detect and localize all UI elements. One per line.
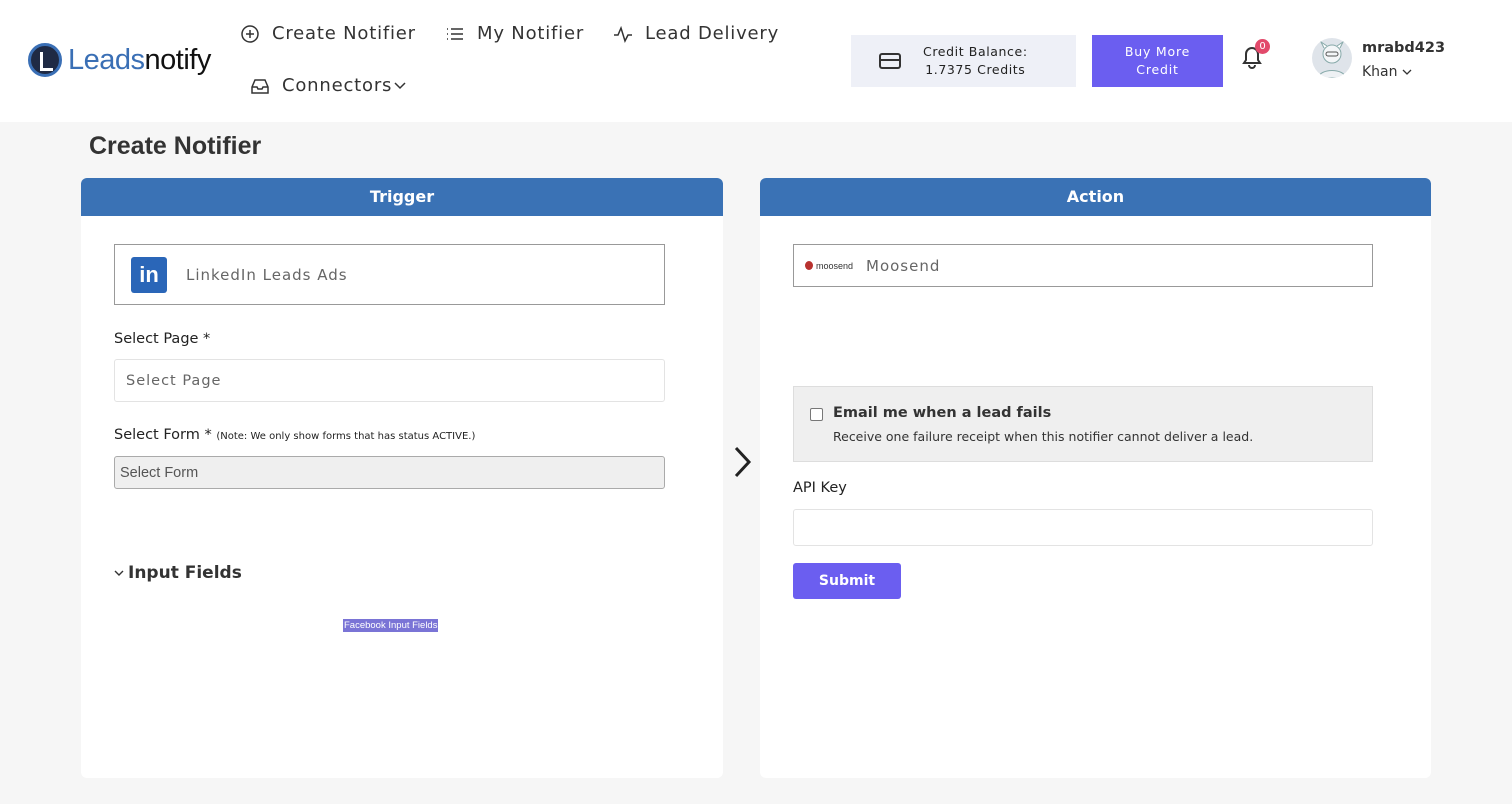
facebook-input-fields-tag: Facebook Input Fields	[343, 619, 439, 632]
trigger-app-label: LinkedIn Leads Ads	[186, 265, 348, 284]
api-key-input[interactable]	[793, 509, 1373, 546]
nav-lead-delivery-label: Lead Delivery	[645, 23, 780, 44]
chevron-right-icon	[730, 444, 754, 480]
avatar[interactable]	[1312, 38, 1352, 78]
buy-more-credit-button[interactable]: Buy More Credit	[1092, 35, 1223, 87]
logo-text-part1: Leads	[68, 43, 145, 76]
logo-mark-icon	[28, 43, 62, 77]
select-form-value: Select Form	[120, 464, 199, 481]
failure-email-title: Email me when a lead fails	[833, 405, 1052, 421]
user-menu-toggle[interactable]: Khan	[1362, 64, 1412, 80]
input-fields-label: Input Fields	[128, 563, 242, 583]
buy-label-line1: Buy More	[1124, 44, 1191, 59]
select-form-note: (Note: We only show forms that has statu…	[216, 431, 476, 442]
select-page-label: Select Page *	[114, 331, 211, 347]
notification-badge: 0	[1255, 39, 1270, 54]
user-subname: Khan	[1362, 64, 1398, 80]
inbox-icon	[250, 76, 270, 96]
credit-balance: Credit Balance: 1.7375 Credits	[851, 35, 1076, 87]
credit-card-icon	[879, 53, 901, 69]
activity-icon	[613, 24, 633, 44]
credit-balance-value: 1.7375 Credits	[925, 62, 1026, 77]
nav-connectors[interactable]: Connectors	[250, 75, 406, 96]
nav-lead-delivery[interactable]: Lead Delivery	[613, 23, 779, 44]
select-form-dropdown[interactable]: Select Form	[114, 456, 665, 489]
chevron-down-icon	[394, 79, 406, 93]
trigger-panel: Trigger in LinkedIn Leads Ads Select Pag…	[81, 178, 723, 778]
action-app-label: Moosend	[866, 256, 941, 275]
select-form-label-text: Select Form *	[114, 427, 212, 443]
chevron-down-icon	[114, 569, 124, 577]
linkedin-icon: in	[131, 256, 167, 293]
failure-email-option: Email me when a lead fails Receive one f…	[793, 386, 1373, 462]
credit-balance-label: Credit Balance:	[923, 44, 1028, 59]
trigger-app-selector[interactable]: in LinkedIn Leads Ads	[114, 244, 665, 305]
nav-my-notifier[interactable]: My Notifier	[445, 23, 584, 44]
credit-balance-text: Credit Balance: 1.7375 Credits	[923, 43, 1028, 79]
logo-text-part2: notify	[144, 43, 212, 76]
action-app-selector[interactable]: moosend Moosend	[793, 244, 1373, 287]
trigger-heading: Trigger	[81, 178, 723, 216]
input-fields-toggle[interactable]: Input Fields	[114, 563, 242, 583]
select-page-placeholder: Select Page	[126, 372, 222, 389]
failure-email-description: Receive one failure receipt when this no…	[833, 429, 1254, 444]
api-key-label: API Key	[793, 480, 847, 496]
failure-email-checkbox[interactable]	[810, 408, 823, 421]
leadsnotify-logo[interactable]: Leadsnotify	[28, 43, 211, 77]
plus-circle-icon	[240, 24, 260, 44]
logo-text: Leadsnotify	[68, 44, 211, 77]
submit-button[interactable]: Submit	[793, 563, 901, 599]
action-heading: Action	[760, 178, 1431, 216]
list-icon	[445, 24, 465, 44]
nav-connectors-label: Connectors	[282, 75, 393, 96]
nav-my-label: My Notifier	[477, 23, 585, 44]
page-title: Create Notifier	[89, 132, 262, 160]
nav-create-label: Create Notifier	[272, 23, 416, 44]
user-name: mrabd423	[1362, 40, 1446, 56]
moosend-logo-icon	[805, 261, 813, 270]
chevron-down-icon	[1402, 68, 1412, 76]
select-page-dropdown[interactable]: Select Page	[114, 359, 665, 402]
select-form-label: Select Form * (Note: We only show forms …	[114, 427, 475, 443]
buy-label-line2: Credit	[1136, 62, 1179, 77]
action-panel: Action moosend Moosend Email me when a l…	[760, 178, 1431, 778]
nav-create-notifier[interactable]: Create Notifier	[240, 23, 416, 44]
moosend-logo-text: moosend	[815, 260, 853, 271]
moosend-logo: moosend	[805, 258, 853, 274]
top-header: Leadsnotify Create Notifier My Notifier …	[0, 0, 1512, 122]
